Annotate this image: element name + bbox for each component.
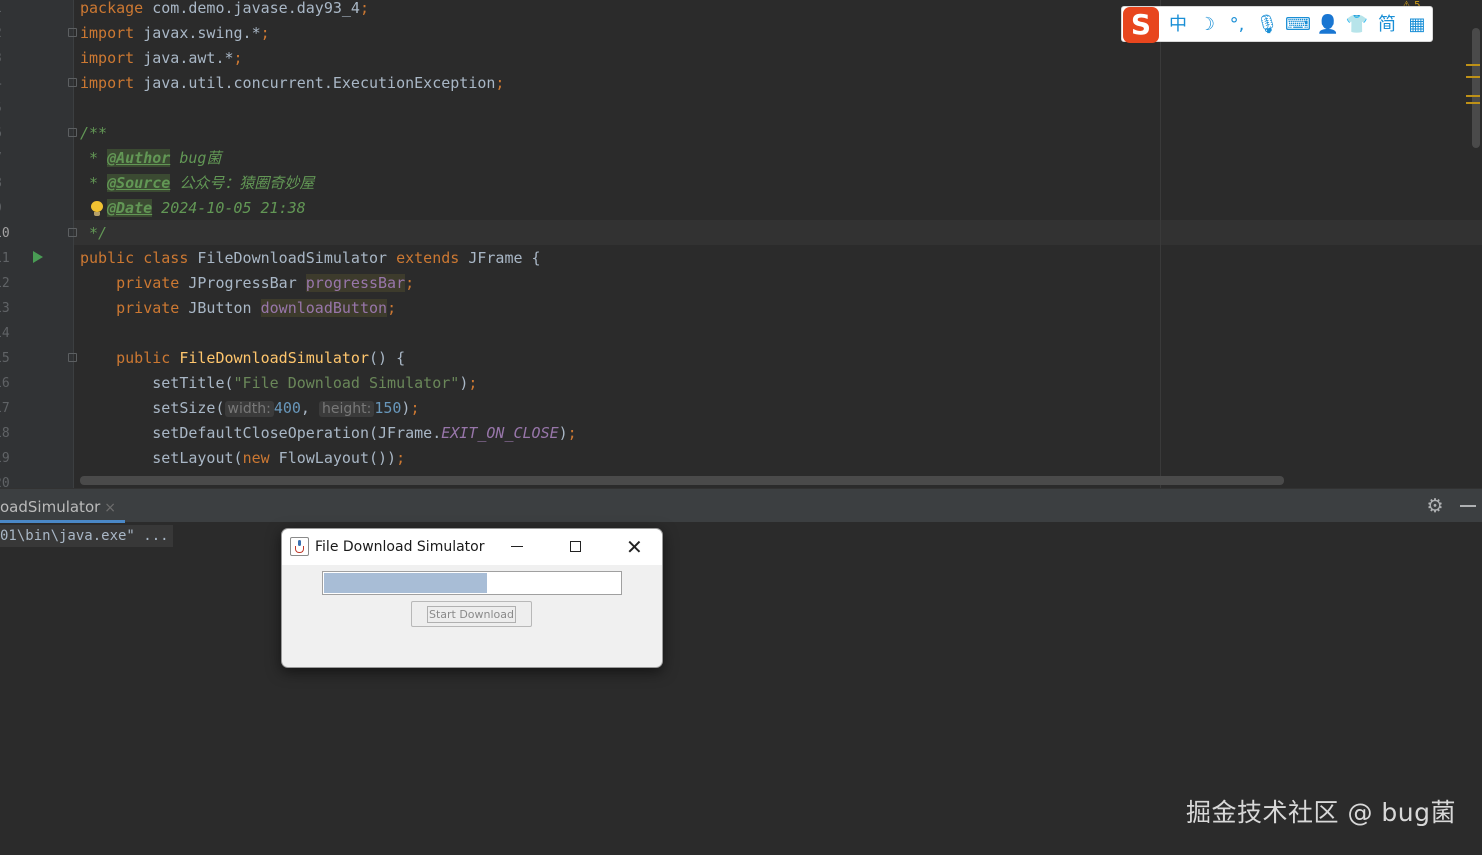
line-number: 8 (0, 175, 14, 200)
code-line-19: setLayout(new FlowLayout()); (80, 449, 406, 467)
file-download-simulator-window[interactable]: File Download Simulator ✕ Start Download (281, 528, 663, 668)
line-number-gutter[interactable]: 1 2 3 4 5 6 7 8 9 10 11 12 13 14 15 16 1… (0, 0, 74, 488)
code-line-8: * @Source 公众号：猿圈奇妙屋 (80, 174, 315, 192)
line-number: 1 (0, 0, 14, 25)
line-number: 9 (0, 200, 14, 225)
moon-icon[interactable]: ☽ (1195, 13, 1219, 37)
lightbulb-icon[interactable] (91, 201, 103, 217)
param-hint: width: (224, 401, 274, 417)
error-stripe-marker[interactable] (1466, 102, 1480, 104)
line-number: 13 (0, 301, 10, 316)
microphone-icon[interactable]: 🎙 (1255, 13, 1279, 37)
code-line-12: private JProgressBar progressBar; (80, 274, 415, 292)
start-download-button[interactable]: Start Download (411, 601, 532, 627)
line-number: 19 (0, 451, 10, 466)
close-icon: ✕ (626, 535, 643, 559)
code-line-10: */ (80, 224, 108, 242)
line-number: 18 (0, 426, 10, 441)
skin-icon[interactable]: 👕 (1345, 13, 1369, 37)
minimize-icon (511, 546, 523, 547)
download-progress-bar (322, 571, 622, 595)
param-hint: height: (318, 401, 375, 417)
ime-simplified-mode[interactable]: 简 (1375, 13, 1399, 37)
code-line-2: import javax.swing.*; (80, 24, 270, 42)
punctuation-icon[interactable]: °, (1225, 13, 1249, 37)
ime-toolbar[interactable]: S 中 ☽ °, 🎙 ⌨ 👤 👕 简 ▦ (1121, 6, 1433, 43)
active-tab-indicator (0, 520, 125, 523)
run-tab[interactable]: oadSimulator × (0, 489, 116, 523)
run-tab-label: oadSimulator (0, 498, 101, 516)
code-line-11: public class FileDownloadSimulator exten… (80, 249, 541, 267)
line-number: 2 (0, 25, 14, 50)
progress-fill (324, 573, 487, 593)
fold-icon[interactable] (68, 228, 77, 237)
apps-grid-icon[interactable]: ▦ (1405, 13, 1429, 37)
minimize-panel-icon[interactable] (1460, 505, 1476, 507)
line-number: 20 (0, 476, 10, 488)
close-icon[interactable]: × (104, 500, 116, 516)
horizontal-scrollbar[interactable] (80, 476, 1284, 485)
code-line-4: import java.util.concurrent.ExecutionExc… (80, 74, 505, 92)
java-cup-icon (290, 537, 309, 556)
code-line-1: package com.demo.javase.day93_4; (80, 0, 369, 17)
line-number: 15 (0, 351, 10, 366)
gear-icon[interactable]: ⚙ (1424, 495, 1446, 517)
error-stripe-marker[interactable] (1466, 64, 1480, 66)
line-number: 3 (0, 50, 14, 75)
line-number: 6 (0, 125, 14, 150)
code-line-9: @Date 2024-10-05 21:38 (107, 199, 306, 217)
code-editor[interactable]: 1 2 3 4 5 6 7 8 9 10 11 12 13 14 15 16 1… (0, 0, 1482, 488)
line-number: 4 (0, 75, 14, 100)
keyboard-icon[interactable]: ⌨ (1285, 13, 1311, 37)
window-minimize-button[interactable] (488, 529, 546, 565)
code-line-15: public FileDownloadSimulator() { (80, 349, 406, 367)
maximize-icon (570, 541, 581, 552)
code-line-13: private JButton downloadButton; (80, 299, 397, 317)
user-icon[interactable]: 👤 (1316, 13, 1340, 37)
fold-icon[interactable] (68, 128, 77, 137)
line-number: 7 (0, 150, 14, 175)
code-line-3: import java.awt.*; (80, 49, 243, 67)
window-maximize-button[interactable] (546, 529, 604, 565)
fold-icon[interactable] (68, 78, 77, 87)
window-titlebar[interactable]: File Download Simulator ✕ (282, 529, 662, 565)
code-line-16: setTitle("File Download Simulator"); (80, 374, 478, 392)
line-number: 11 (0, 251, 10, 266)
vertical-scrollbar[interactable] (1472, 28, 1480, 148)
window-close-button[interactable]: ✕ (604, 529, 662, 565)
code-line-6: /** (80, 124, 108, 142)
sogou-logo-icon[interactable]: S (1123, 7, 1159, 43)
error-stripe-marker[interactable] (1466, 95, 1480, 97)
run-tool-header: oadSimulator × ⚙ (0, 489, 1482, 523)
code-line-18: setDefaultCloseOperation(JFrame.EXIT_ON_… (80, 424, 577, 442)
line-number: 5 (0, 100, 14, 125)
code-line-7: * @Author bug菌 (80, 149, 222, 167)
code-line-17: setSize(width: 400, height: 150); (80, 399, 420, 417)
right-margin-guide (1160, 0, 1161, 488)
start-download-label: Start Download (427, 606, 516, 623)
ime-chinese-mode[interactable]: 中 (1166, 13, 1190, 37)
error-stripe-marker[interactable] (1466, 76, 1480, 78)
line-number-current: 10 (0, 226, 10, 241)
run-gutter-icon[interactable] (33, 251, 43, 263)
line-number: 17 (0, 401, 10, 416)
fold-icon[interactable] (68, 353, 77, 362)
line-number: 12 (0, 276, 10, 291)
line-number: 16 (0, 376, 10, 391)
line-number: 14 (0, 326, 10, 341)
console-output-line: 01\bin\java.exe" ... (0, 525, 173, 547)
fold-icon[interactable] (68, 28, 77, 37)
watermark: 掘金技术社区 @ bug菌 (1186, 798, 1456, 827)
window-title: File Download Simulator (315, 539, 485, 555)
